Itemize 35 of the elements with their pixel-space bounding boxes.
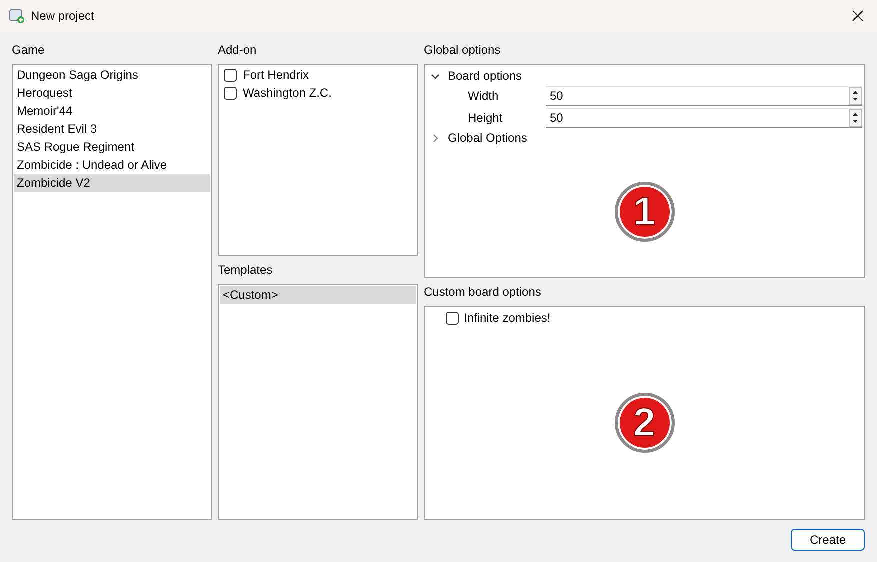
section-label: Add-on bbox=[218, 42, 258, 59]
app-icon bbox=[9, 8, 25, 24]
section-label: Custom board options bbox=[424, 284, 542, 301]
tree-item[interactable]: Board options bbox=[448, 67, 522, 85]
chevron-down-icon[interactable] bbox=[431, 72, 440, 80]
section-label: Game bbox=[12, 42, 46, 59]
checkbox[interactable] bbox=[224, 68, 237, 82]
list-item[interactable]: SAS Rogue Regiment bbox=[14, 138, 210, 156]
window-title: New project bbox=[31, 8, 94, 25]
list-item[interactable]: Zombicide : Undead or Alive bbox=[14, 156, 210, 174]
list-item[interactable]: Zombicide V2 bbox=[14, 174, 210, 192]
number-field[interactable]: 50 bbox=[546, 86, 862, 106]
number-badge: 1 bbox=[614, 182, 674, 242]
tree-item[interactable]: Global Options bbox=[448, 129, 528, 147]
field-label: Height bbox=[467, 110, 503, 127]
checkbox-label[interactable]: Washington Z.C. bbox=[243, 84, 332, 102]
checkbox[interactable] bbox=[446, 312, 459, 324]
number-badge: 2 bbox=[614, 393, 674, 453]
section-label: Templates bbox=[218, 262, 274, 279]
checkbox[interactable] bbox=[224, 86, 237, 100]
list-item[interactable]: Dungeon Saga Origins bbox=[14, 66, 210, 84]
list-item[interactable]: Heroquest bbox=[14, 84, 210, 102]
field-label: Width bbox=[467, 88, 500, 105]
checkbox-label[interactable]: Infinite zombies! bbox=[464, 309, 551, 327]
list-item[interactable]: Resident Evil 3 bbox=[14, 120, 210, 138]
list-item[interactable]: <Custom> bbox=[220, 286, 416, 304]
spinner-arrows-icon[interactable] bbox=[849, 87, 862, 105]
list-item[interactable]: Memoir'44 bbox=[14, 102, 210, 120]
close-icon[interactable] bbox=[852, 10, 864, 22]
checkbox-label[interactable]: Fort Hendrix bbox=[243, 66, 310, 84]
spinner-arrows-icon[interactable] bbox=[849, 109, 862, 127]
chevron-right-icon[interactable] bbox=[431, 134, 440, 142]
number-field[interactable]: 50 bbox=[546, 108, 862, 128]
create-button[interactable]: Create bbox=[791, 529, 865, 551]
section-label: Global options bbox=[424, 42, 502, 59]
